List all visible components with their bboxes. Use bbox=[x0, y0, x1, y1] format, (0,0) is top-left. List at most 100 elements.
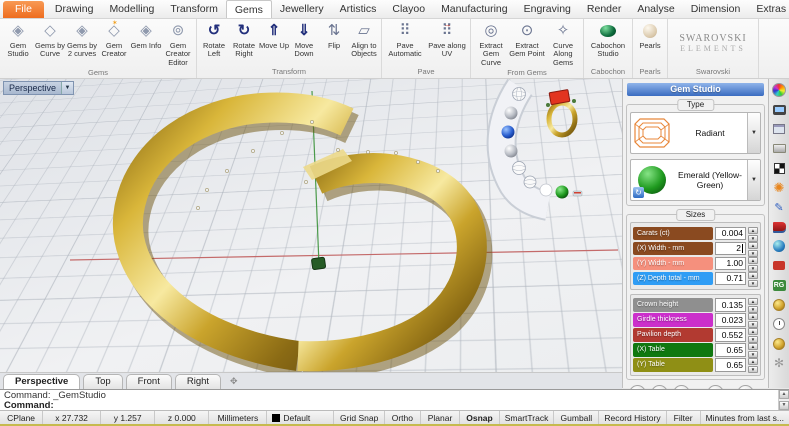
x-width-input[interactable]: 2 bbox=[715, 241, 746, 255]
swarovski-elements-button[interactable]: SWAROVSKI ELEMENTS bbox=[670, 20, 756, 66]
calculator-icon[interactable] bbox=[772, 122, 786, 136]
chat-icon[interactable] bbox=[772, 259, 786, 273]
pave-automatic-button[interactable]: ⠿ Pave Automatic bbox=[384, 20, 426, 66]
rhinogold-badge-icon[interactable]: RG bbox=[772, 278, 786, 292]
y-table-spinner[interactable]: ▲ ▼ bbox=[748, 358, 758, 373]
palette-flag-icon[interactable] bbox=[572, 190, 583, 197]
edit-pencil-icon[interactable]: ✎ bbox=[772, 200, 786, 214]
viewport-title[interactable]: Perspective ▼ bbox=[3, 81, 75, 95]
pavilion-depth-input[interactable]: 0.552 bbox=[715, 328, 746, 342]
move-down-button[interactable]: ⇓ Move Down bbox=[289, 20, 319, 66]
z-depth-spinner[interactable]: ▲ ▼ bbox=[748, 271, 758, 287]
drawer-icon[interactable] bbox=[772, 142, 786, 156]
minutes-from-last-save[interactable]: Minutes from last s... bbox=[701, 411, 789, 424]
globe-icon[interactable] bbox=[772, 239, 786, 253]
toggle-planar[interactable]: Planar bbox=[421, 411, 461, 424]
material-sphere-wireframe-3[interactable] bbox=[523, 175, 537, 189]
toggle-ortho[interactable]: Ortho bbox=[385, 411, 421, 424]
toggle-gumball[interactable]: Gumball bbox=[554, 411, 600, 424]
carats-input[interactable]: 0.004 bbox=[715, 226, 746, 240]
menu-tab-modelling[interactable]: Modelling bbox=[101, 0, 162, 18]
material-sphere-wireframe-2[interactable] bbox=[512, 161, 526, 175]
x-width-spinner[interactable]: ▲ ▼ bbox=[748, 241, 758, 257]
clock-icon[interactable] bbox=[772, 317, 786, 331]
scroll-down-icon[interactable]: ▼ bbox=[779, 401, 789, 410]
rotate-left-button[interactable]: ↺ Rotate Left bbox=[199, 20, 229, 66]
scroll-up-icon[interactable]: ▲ bbox=[779, 390, 789, 399]
cplane-button[interactable]: CPlane bbox=[0, 411, 44, 424]
x-table-input[interactable]: 0.65 bbox=[715, 343, 746, 357]
flip-button[interactable]: ⇅ Flip bbox=[319, 20, 349, 66]
crown-height-spinner[interactable]: ▲ ▼ bbox=[748, 298, 758, 313]
extract-gem-point-button[interactable]: ⊙ Extract Gem Point bbox=[509, 20, 545, 67]
toggle-record-history[interactable]: Record History bbox=[599, 411, 667, 424]
menu-tab-gems[interactable]: Gems bbox=[225, 0, 272, 18]
curve-along-gems-button[interactable]: ✧ Curve Along Gems bbox=[545, 20, 581, 67]
menu-tab-render[interactable]: Render bbox=[579, 0, 629, 18]
z-depth-input[interactable]: 0.71 bbox=[715, 271, 746, 285]
menu-tab-analyse[interactable]: Analyse bbox=[629, 0, 682, 18]
tab-front[interactable]: Front bbox=[125, 374, 172, 389]
gems-by-2-curves-button[interactable]: ◈ Gems by 2 curves bbox=[66, 20, 98, 67]
material-sphere-silver-2[interactable] bbox=[504, 144, 518, 158]
menu-tab-transform[interactable]: Transform bbox=[162, 0, 225, 18]
gem-studio-button[interactable]: ◈ Gem Studio bbox=[2, 20, 34, 67]
menu-tab-clayoo[interactable]: Clayoo bbox=[384, 0, 433, 18]
gem-cut-dropdown-icon[interactable]: ▼ bbox=[747, 113, 760, 153]
display-settings-icon[interactable] bbox=[772, 103, 786, 117]
material-sphere-blue[interactable] bbox=[501, 125, 515, 139]
viewport-title-dropdown-icon[interactable]: ▼ bbox=[61, 82, 74, 94]
viewport-3d[interactable]: Perspective ▼ bbox=[0, 79, 622, 372]
toggle-osnap[interactable]: Osnap bbox=[460, 411, 500, 424]
pearls-button[interactable]: Pearls bbox=[635, 20, 665, 66]
color-wheel-icon[interactable] bbox=[772, 83, 786, 97]
girdle-thickness-spinner[interactable]: ▲ ▼ bbox=[748, 313, 758, 328]
carats-spinner[interactable]: ▲ ▼ bbox=[748, 226, 758, 242]
toggle-grid-snap[interactable]: Grid Snap bbox=[334, 411, 385, 424]
gems-by-curve-button[interactable]: ◇ Gems by Curve bbox=[34, 20, 66, 67]
menu-tab-dimension[interactable]: Dimension bbox=[683, 0, 749, 18]
gold-coin-icon-2[interactable] bbox=[772, 337, 786, 351]
ring-style-preview[interactable] bbox=[546, 89, 578, 138]
menu-tab-jewellery[interactable]: Jewellery bbox=[272, 0, 332, 18]
y-width-input[interactable]: 1.00 bbox=[715, 256, 746, 270]
gem-creator-button[interactable]: ◇ ✶ Gem Creator bbox=[98, 20, 130, 67]
checker-pattern-icon[interactable] bbox=[772, 161, 786, 175]
material-sphere-white[interactable] bbox=[539, 183, 553, 197]
menu-tab-manufacturing[interactable]: Manufacturing bbox=[433, 0, 516, 18]
placed-gem[interactable] bbox=[311, 256, 327, 271]
rotate-right-button[interactable]: ↻ Rotate Right bbox=[229, 20, 259, 66]
gold-ring[interactable] bbox=[112, 92, 493, 372]
extract-gem-curve-button[interactable]: ◎ Extract Gem Curve bbox=[473, 20, 509, 67]
material-sphere-green[interactable] bbox=[555, 185, 569, 199]
command-scrollbar[interactable]: ▲ ▼ bbox=[778, 390, 789, 410]
menu-tab-artistics[interactable]: Artistics bbox=[332, 0, 385, 18]
gold-coin-icon[interactable] bbox=[772, 298, 786, 312]
gem-material-dropdown-icon[interactable]: ▼ bbox=[747, 160, 760, 200]
material-sync-icon[interactable]: ↻ bbox=[633, 187, 644, 198]
add-viewport-icon[interactable]: ✥ bbox=[224, 375, 244, 389]
tab-perspective[interactable]: Perspective bbox=[3, 374, 81, 389]
gem-material-select[interactable]: Emerald (Yellow-Green) ▼ ↻ bbox=[630, 159, 761, 201]
gem-cut-select[interactable]: Radiant ▼ bbox=[630, 112, 761, 154]
cabochon-studio-button[interactable]: Cabochon Studio bbox=[586, 20, 630, 66]
material-sphere-wireframe-1[interactable] bbox=[512, 87, 526, 101]
x-table-spinner[interactable]: ▲ ▼ bbox=[748, 343, 758, 358]
girdle-thickness-input[interactable]: 0.023 bbox=[715, 313, 746, 327]
gem-creator-editor-button[interactable]: ⊚ Gem Creator Editor bbox=[162, 20, 194, 67]
crown-height-input[interactable]: 0.135 bbox=[715, 298, 746, 312]
move-up-button[interactable]: ⇑ Move Up bbox=[259, 20, 289, 66]
orange-gear-icon[interactable]: ✺ bbox=[772, 181, 786, 195]
units-button[interactable]: Millimeters bbox=[209, 411, 268, 424]
tab-right[interactable]: Right bbox=[174, 374, 222, 389]
toggle-filter[interactable]: Filter bbox=[667, 411, 701, 424]
menu-tab-extras[interactable]: Extras bbox=[748, 0, 789, 18]
y-width-spinner[interactable]: ▲ ▼ bbox=[748, 256, 758, 272]
pave-along-uv-button[interactable]: ⠿ → Pave along UV bbox=[426, 20, 468, 66]
menu-tab-file[interactable]: File bbox=[3, 1, 44, 18]
layer-button[interactable]: Default bbox=[267, 411, 335, 424]
toggle-smarttrack[interactable]: SmartTrack bbox=[500, 411, 555, 424]
tab-top[interactable]: Top bbox=[83, 374, 123, 389]
menu-tab-drawing[interactable]: Drawing bbox=[47, 0, 102, 18]
materials-book-icon[interactable] bbox=[772, 220, 786, 234]
